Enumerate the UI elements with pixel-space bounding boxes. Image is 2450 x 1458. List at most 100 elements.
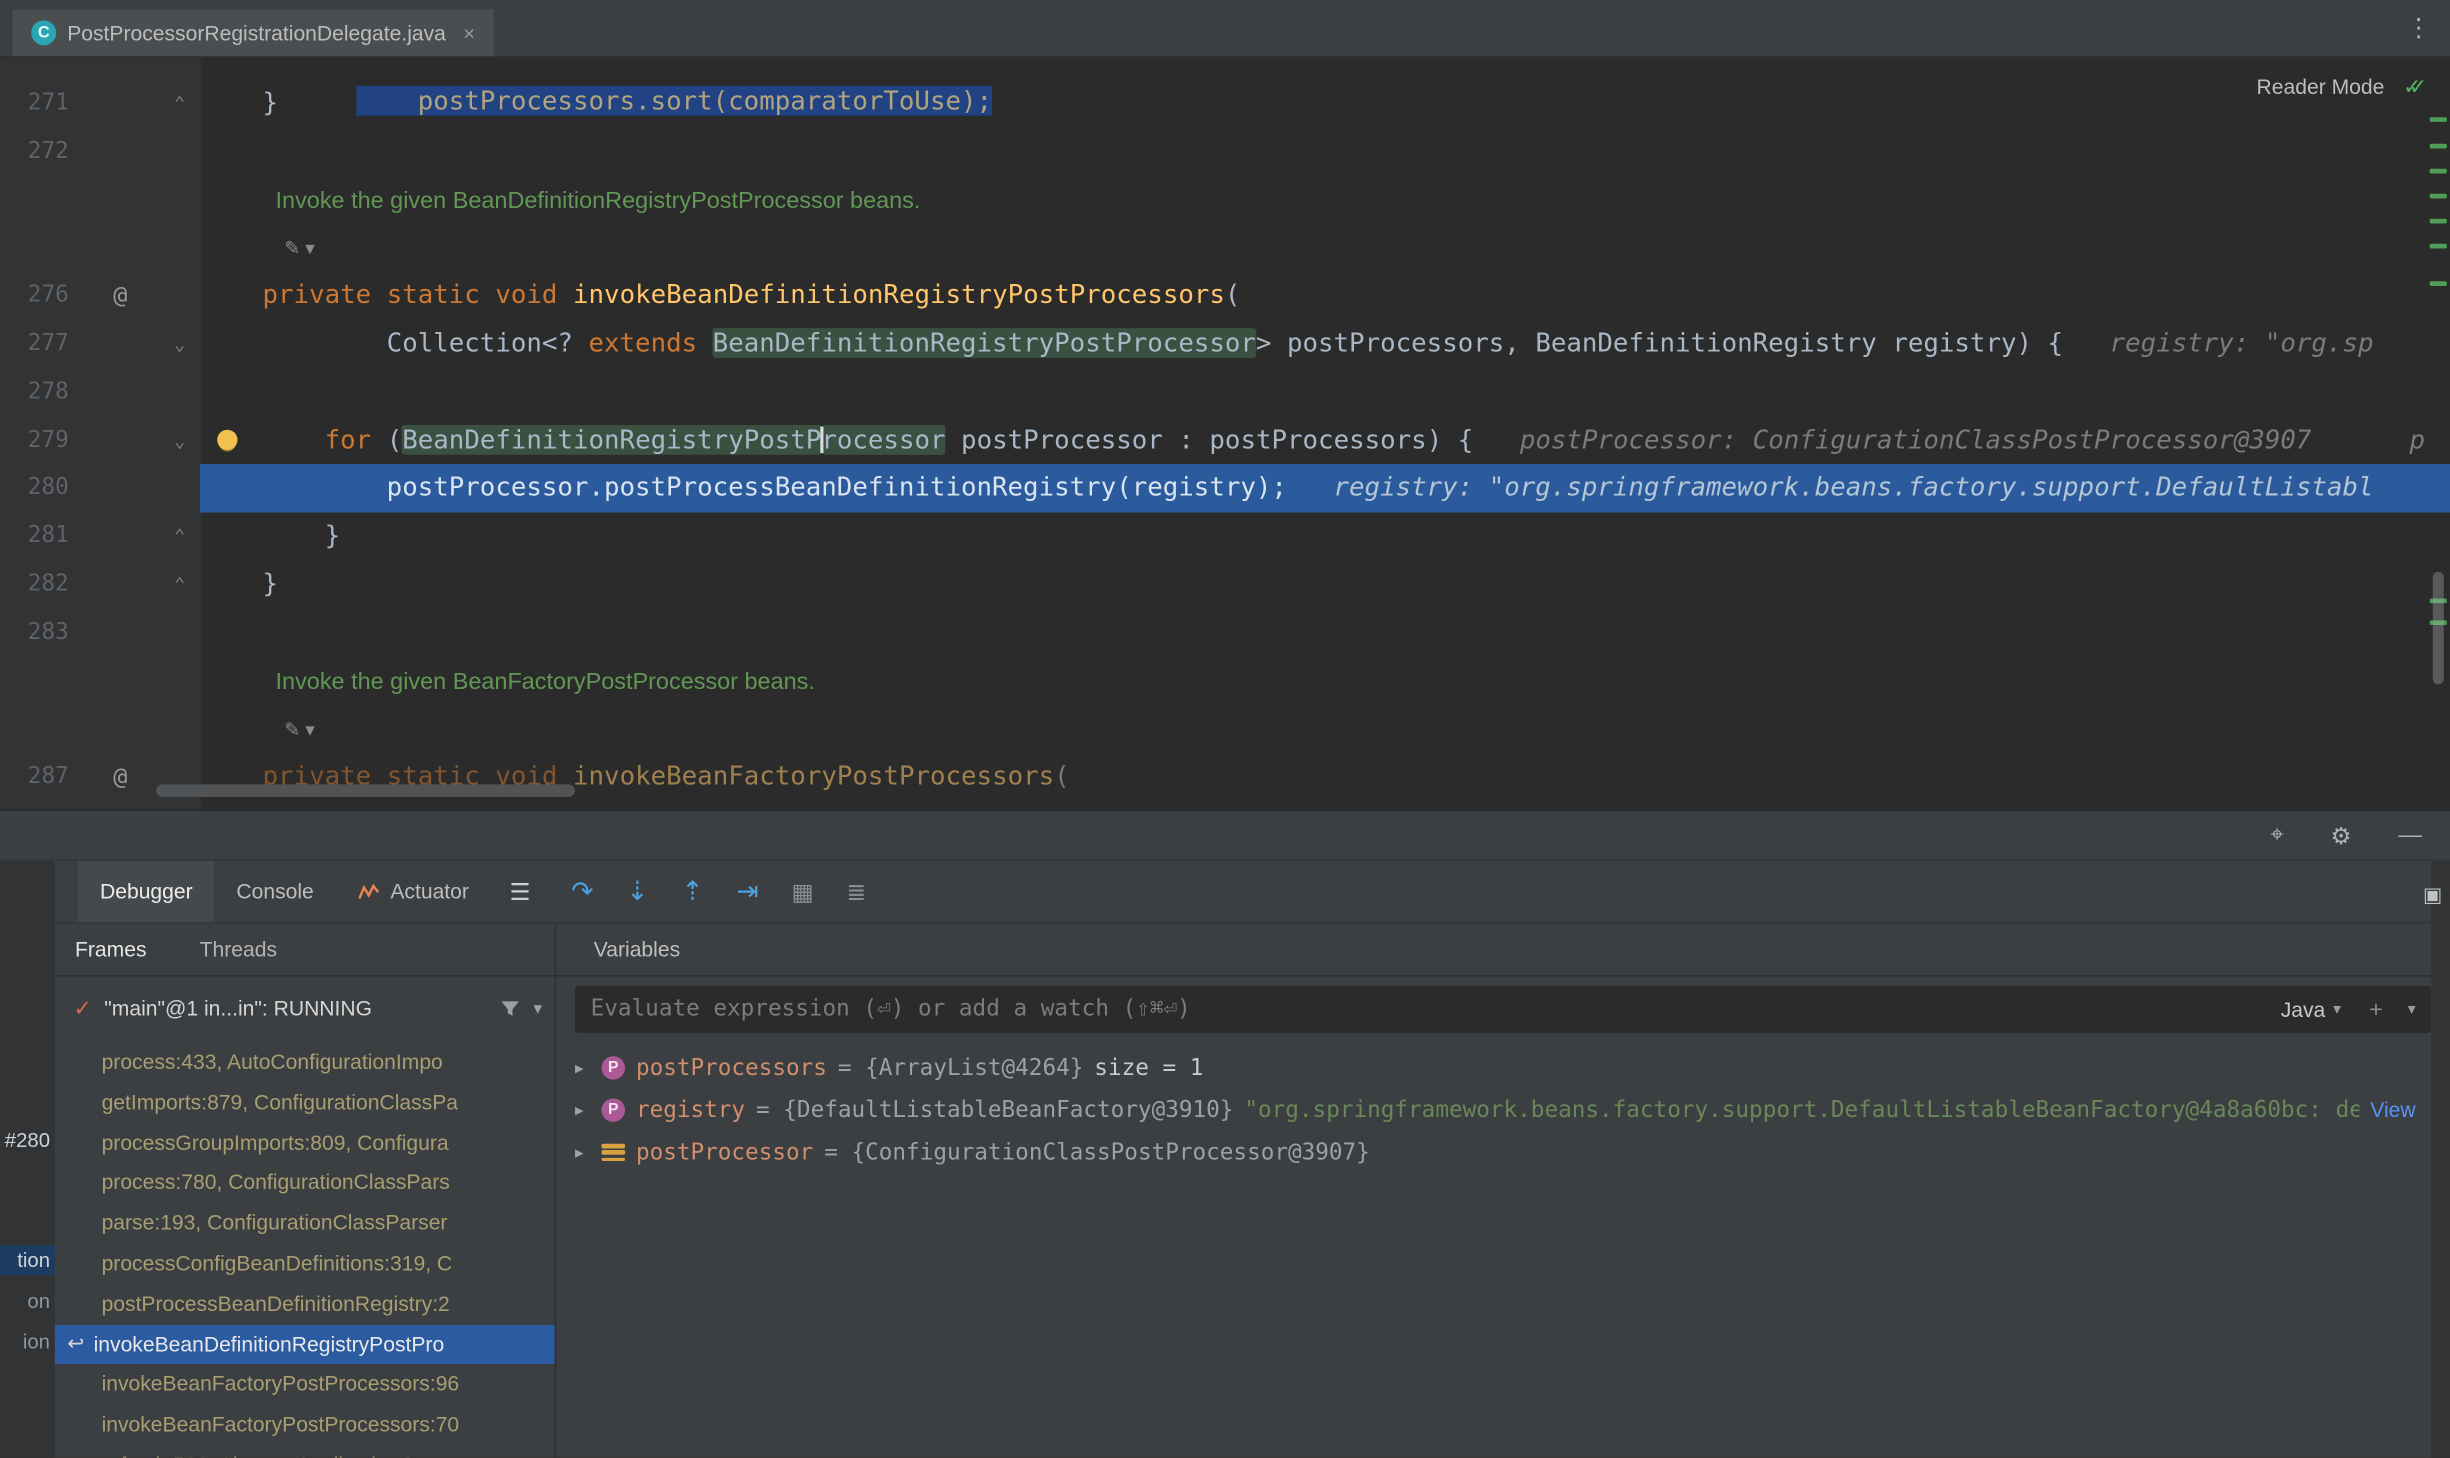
variable-row[interactable]: ▸Pregistry = {DefaultListableBeanFactory… [556, 1089, 2431, 1131]
code-line-content[interactable]: Invoke the given BeanFactoryPostProcesso… [200, 657, 2450, 705]
tab-debugger[interactable]: Debugger [78, 861, 214, 922]
line-number [0, 224, 81, 272]
code-line-content[interactable]: postProcessor.postProcessBeanDefinitionR… [200, 465, 2450, 513]
stripe-mark[interactable] [2430, 169, 2447, 174]
code-line-content[interactable]: for (BeanDefinitionRegistryPostProcessor… [200, 417, 2450, 465]
fold-marker-icon[interactable]: ⌄ [159, 417, 200, 465]
code-line-content[interactable]: } [200, 513, 2450, 561]
expand-chevron-icon[interactable]: ▸ [575, 1100, 591, 1120]
locate-target-icon[interactable]: ⌖ [2270, 822, 2283, 849]
annotation-gutter-icon[interactable]: @ [81, 753, 159, 801]
reader-mode-toggle[interactable]: Reader Mode [2257, 75, 2385, 98]
fold-marker-icon[interactable]: ⌃ [159, 561, 200, 609]
code-line-content[interactable] [200, 128, 2450, 176]
variable-row[interactable]: ▸PpostProcessors = {ArrayList@4264} size… [556, 1047, 2431, 1089]
gutter: 279⌄ [0, 417, 200, 465]
line-number: 278 [0, 368, 81, 416]
stripe-mark[interactable] [2430, 244, 2447, 249]
gutter-spacer [159, 368, 200, 416]
error-stripe[interactable] [2428, 56, 2450, 809]
expand-chevron-icon[interactable]: ▸ [575, 1058, 591, 1078]
stack-frame-row[interactable]: refresh:533, AbstractApplicationCont [55, 1445, 555, 1458]
code-line-content[interactable]: Invoke the given BeanDefinitionRegistryP… [200, 176, 2450, 224]
view-link[interactable]: View [2370, 1098, 2431, 1121]
code-line: 280 postProcessor.postProcessBeanDefinit… [0, 465, 2450, 513]
code-editor[interactable]: postProcessors.sort(comparatorToUse); 27… [0, 56, 2450, 809]
stack-frame-row[interactable]: getImports:879, ConfigurationClassPa [55, 1082, 555, 1122]
expand-chevron-icon[interactable]: ▸ [575, 1142, 591, 1162]
chevron-down-icon: ▾ [2333, 1001, 2341, 1018]
line-number [0, 657, 81, 705]
gutter-spacer [81, 128, 159, 176]
code-line-content[interactable]: Collection<? extends BeanDefinitionRegis… [200, 320, 2450, 368]
add-watch-icon[interactable]: + [2369, 996, 2383, 1023]
debugger-settings-icon[interactable]: ≣ [846, 877, 866, 905]
view-breakpoints-icon[interactable]: ▦ [792, 877, 814, 905]
gutter [0, 705, 200, 753]
filter-funnel-icon[interactable] [501, 998, 521, 1018]
rendered-doc-toggle-icon[interactable]: ✎ ▾ [263, 719, 315, 741]
variable-row[interactable]: ▸postProcessor = {ConfigurationClassPost… [556, 1131, 2431, 1173]
variable-name: registry [636, 1098, 745, 1123]
gutter-spacer [81, 224, 159, 272]
watches-options-chevron-icon[interactable]: ▾ [2408, 1001, 2416, 1018]
step-over-icon[interactable]: ↷ [571, 876, 593, 907]
code-line-content[interactable] [200, 368, 2450, 416]
code-token: BeanDefinitionRegistryPostProcessor [713, 328, 1256, 358]
horizontal-scrollbar-thumb[interactable] [156, 784, 575, 797]
stripe-mark[interactable] [2430, 194, 2447, 199]
code-line-content[interactable] [200, 609, 2450, 657]
layout-settings-icon[interactable]: ▣ [2423, 883, 2442, 908]
code-line-content[interactable]: } [200, 561, 2450, 609]
stripe-mark[interactable] [2430, 281, 2447, 286]
more-menu-icon[interactable]: ☰ [510, 877, 531, 905]
code-token: ( [1225, 280, 1241, 310]
code-token [557, 280, 573, 310]
stripe-mark[interactable] [2430, 117, 2447, 122]
fold-marker-icon[interactable]: ⌃ [159, 513, 200, 561]
stack-frame-row[interactable]: ↩invokeBeanDefinitionRegistryPostPro [55, 1324, 555, 1364]
thread-dropdown-chevron-icon[interactable]: ▾ [534, 998, 543, 1018]
stack-frame-row[interactable]: process:433, AutoConfigurationImpo [55, 1042, 555, 1082]
tab-actuator[interactable]: Actuator [336, 861, 491, 922]
stack-frame-row[interactable]: invokeBeanFactoryPostProcessors:70 [55, 1405, 555, 1445]
settings-gear-icon[interactable]: ⚙ [2331, 821, 2352, 849]
inspections-ok-icon[interactable]: ✓✓ [2403, 73, 2441, 100]
evaluate-expression-input[interactable]: Evaluate expression (⏎) or add a watch (… [575, 986, 2431, 1033]
language-selector[interactable]: Java ▾ [2281, 998, 2341, 1021]
stripe-mark[interactable] [2430, 219, 2447, 224]
step-out-icon[interactable]: ⇡ [681, 876, 703, 907]
run-to-cursor-icon[interactable]: ⇥ [736, 876, 758, 907]
code-line-content[interactable]: private static void invokeBeanDefinition… [200, 272, 2450, 320]
tab-console[interactable]: Console [215, 861, 336, 922]
step-into-icon[interactable]: ⇣ [626, 876, 648, 907]
code-line-content[interactable]: ✎ ▾ [200, 224, 2450, 272]
minimize-icon[interactable]: — [2398, 822, 2421, 849]
vertical-scrollbar-thumb[interactable] [2433, 572, 2444, 685]
tab-frames[interactable]: Frames [75, 938, 147, 961]
annotation-gutter-icon[interactable]: @ [81, 272, 159, 320]
tab-close-icon[interactable]: × [463, 21, 475, 44]
panel-divider[interactable] [555, 923, 557, 1458]
code-token: static [387, 280, 480, 310]
stack-frame-row[interactable]: invokeBeanFactoryPostProcessors:96 [55, 1365, 555, 1405]
stack-frame-row[interactable]: processGroupImports:809, Configura [55, 1123, 555, 1163]
gutter-spacer [81, 368, 159, 416]
intention-bulb-icon[interactable] [217, 429, 237, 449]
debug-tool-window: ⌖ ⚙ — Debugger Console Actuator ☰ ↷ ⇣ ⇡ [0, 809, 2450, 1458]
editor-tab[interactable]: C PostProcessorRegistrationDelegate.java… [13, 9, 494, 56]
stack-frame-row[interactable]: process:780, ConfigurationClassPars [55, 1163, 555, 1203]
stack-frame-label: processGroupImports:809, Configura [102, 1131, 449, 1154]
editor-options-kebab-icon[interactable]: ⋮ [2406, 13, 2431, 44]
thread-status-label: "main"@1 in...in": RUNNING [104, 996, 488, 1019]
stack-frame-row[interactable]: processConfigBeanDefinitions:319, C [55, 1244, 555, 1284]
stack-frame-row[interactable]: parse:193, ConfigurationClassParser [55, 1203, 555, 1243]
fold-marker-icon[interactable]: ⌄ [159, 320, 200, 368]
tab-threads[interactable]: Threads [200, 938, 277, 961]
stripe-mark[interactable] [2430, 144, 2447, 149]
fold-marker-icon[interactable]: ⌃ [159, 80, 200, 128]
thread-selector[interactable]: ✓ "main"@1 in...in": RUNNING ▾ [55, 977, 555, 1036]
stack-frame-row[interactable]: postProcessBeanDefinitionRegistry:2 [55, 1284, 555, 1324]
rendered-doc-toggle-icon[interactable]: ✎ ▾ [263, 238, 315, 260]
code-line-content[interactable]: ✎ ▾ [200, 705, 2450, 753]
